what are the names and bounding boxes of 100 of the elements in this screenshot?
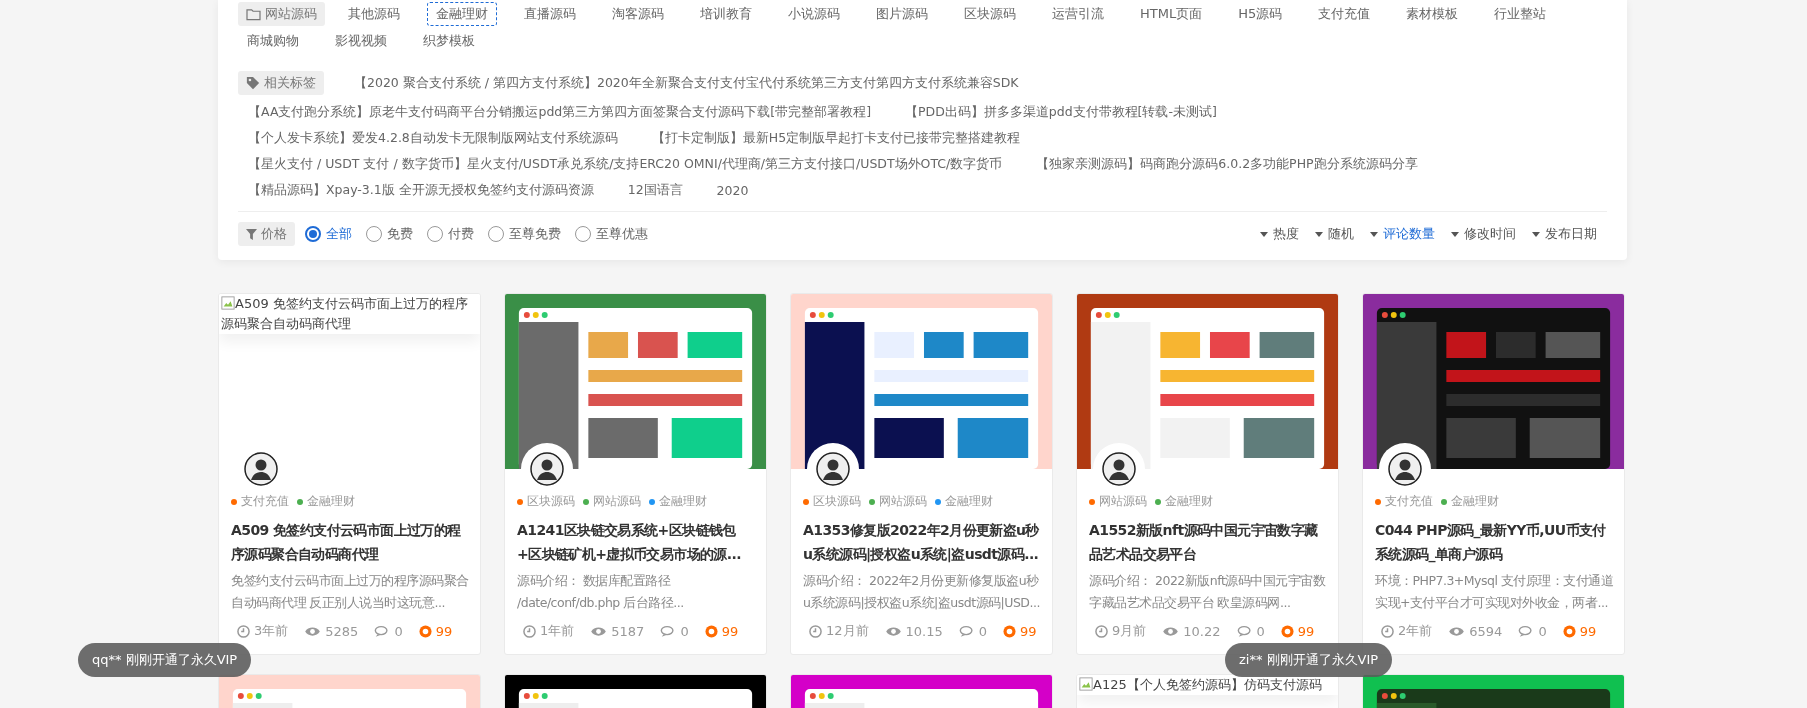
comment-count: 0: [680, 623, 689, 639]
category-link[interactable]: 运营引流: [1043, 2, 1113, 26]
card-description: 免签约支付云码市面上过万的程序源码聚合自动码商代理 反正别人说当时这玩意...: [231, 572, 470, 612]
price: 99: [1579, 623, 1597, 639]
coin-icon: [1280, 624, 1294, 638]
price: 99: [721, 623, 739, 639]
price-radio[interactable]: 至尊免费: [488, 225, 561, 243]
clock-icon: [237, 624, 250, 638]
product-card[interactable]: 区块源码 网站源码 金融理财 A1353修复版2022年2月份更新盗u秒u系统源码|授权盗u系统|盗usdt源码... 源码介绍： 2022年2月份更新修复版盗u秒u系统源码|授权盗u系统|盗usdt源码|USD... 12月前 10.15 0 99: [790, 293, 1053, 655]
card-title[interactable]: A1241区块链交易系统+区块链钱包+区块链矿机+虚拟币交易市场的源...: [517, 518, 758, 566]
card-title[interactable]: C044 PHP源码_最新YY币,UU币支付系统源码_单商户源码: [1375, 518, 1616, 566]
tag-link[interactable]: 【打卡定制版】最新H5定制版早起打卡支付已接带完整搭建教程: [651, 130, 1021, 147]
notification-toast: zi** 刚刚开通了永久VIP: [1225, 643, 1393, 677]
tag-link[interactable]: 【PDD出码】拼多多渠道pdd支付带教程[转载-未测试]: [905, 104, 1217, 121]
folder-icon: [246, 7, 261, 21]
category-link[interactable]: 影视视频: [326, 29, 396, 53]
eye-icon: [1162, 625, 1180, 637]
card-title[interactable]: A1353修复版2022年2月份更新盗u秒u系统源码|授权盗u系统|盗usdt源码...: [803, 518, 1044, 566]
tag-icon: [246, 76, 260, 90]
product-card[interactable]: A509 免签约支付云码市面上过万的程序源码聚合自动码商代理 支付充值 金融理财 A509 免签约支付云码市面上过万的程序源码聚合自动码商代理 免签约支付云码市面上过万的程序源码聚合自动码商代理 反正别人说当时这玩意... 3年前 5285 0 99: [218, 293, 481, 655]
broken-image-icon: [1079, 677, 1093, 691]
clock-icon: [1381, 624, 1394, 638]
product-card[interactable]: 支付充值 金融理财 C044 PHP源码_最新YY币,UU币支付系统源码_单商户源码 环境：PHP7.3+Mysql 支付原理：支付通道实现+支付平台才可实现对外收金，两者... 2年前 6594 0 99: [1362, 293, 1625, 655]
price-radio[interactable]: 全部: [305, 225, 352, 243]
category-link[interactable]: 图片源码: [867, 2, 937, 26]
tag-link[interactable]: 2020: [716, 183, 749, 198]
sort-button[interactable]: 随机: [1315, 225, 1354, 243]
eye-icon: [304, 625, 322, 637]
eye-icon: [884, 625, 902, 637]
price-radio[interactable]: 至尊优惠: [575, 225, 648, 243]
coin-icon: [1562, 624, 1576, 638]
price-radio[interactable]: 免费: [366, 225, 413, 243]
view-count: 10.15: [905, 623, 943, 639]
notification-toast: qq** 刚刚开通了永久VIP: [78, 643, 252, 677]
view-count: 5285: [325, 623, 359, 639]
sort-button[interactable]: 热度: [1260, 225, 1299, 243]
card-description: 源码介绍： 数据库配置路径 /date/conf/db.php 后台路径...: [517, 572, 685, 612]
sort-button[interactable]: 评论数量: [1370, 225, 1435, 243]
tag-link[interactable]: 【2020 聚合支付系统 / 第四方支付系统】2020年全新聚合支付支付宝代付系统第三方支付第四方支付系统兼容SDK: [354, 74, 1019, 92]
clock-icon: [1095, 624, 1108, 638]
category-link[interactable]: 区块源码: [955, 2, 1025, 26]
comment-icon: [660, 624, 677, 638]
comment-count: 0: [1538, 623, 1547, 639]
coin-icon: [1003, 624, 1017, 638]
tag-link[interactable]: 【星火支付 / USDT 支付 / 数字货币】星火支付/USDT承兑系统/支持ERC20 OMNI/代理商/第三方支付接口/USDT场外OTC/数字货币: [248, 156, 1003, 173]
category-link[interactable]: 素材模板: [1397, 2, 1468, 26]
comment-icon: [1518, 624, 1535, 638]
category-link[interactable]: 行业整站: [1485, 2, 1556, 26]
category-link[interactable]: 商城购物: [238, 29, 308, 53]
broken-image-icon: [221, 296, 235, 310]
category-link[interactable]: 小说源码: [779, 2, 849, 26]
category-link[interactable]: H5源码: [1229, 2, 1292, 26]
comment-icon: [1236, 624, 1253, 638]
comment-count: 0: [978, 623, 988, 639]
card-title[interactable]: A1552新版nft源码中国元宇宙数字藏品艺术品交易平台: [1089, 518, 1330, 566]
card-description: 源码介绍： 2022新版nft源码中国元宇宙数字藏品艺术品交易平台 欧皇源码网...: [1089, 572, 1327, 612]
clock-icon: [523, 624, 536, 638]
price: 99: [1020, 623, 1037, 639]
comment-icon: [958, 624, 975, 638]
category-link[interactable]: 支付充值: [1309, 2, 1380, 26]
product-card[interactable]: 区块源码 网站源码 金融理财 A1241区块链交易系统+区块链钱包+区块链矿机+虚拟币交易市场的源... 源码介绍： 数据库配置路径 /date/conf/db.php 后台路径... 1年前 5187 0 99: [504, 293, 767, 655]
view-count: 10.22: [1183, 623, 1221, 639]
coin-icon: [418, 624, 432, 638]
tag-link[interactable]: 【个人发卡系统】爱发4.2.8自动发卡无限制版网站支付系统源码: [248, 130, 618, 147]
category-link[interactable]: 淘客源码: [603, 2, 673, 26]
post-time: 12月前: [826, 622, 869, 640]
category-link[interactable]: 培训教育: [691, 2, 761, 26]
category-link[interactable]: 金融理财: [427, 2, 497, 26]
category-link[interactable]: 织梦模板: [414, 29, 484, 53]
post-time: 2年前: [1398, 622, 1433, 640]
sort-button[interactable]: 发布日期: [1532, 225, 1597, 243]
tag-link[interactable]: 12国语言: [627, 182, 683, 199]
post-time: 1年前: [540, 622, 575, 640]
comment-icon: [374, 624, 391, 638]
post-time: 3年前: [254, 622, 289, 640]
card-description: 源码介绍： 2022年2月份更新修复版盗u秒u系统源码|授权盗u系统|盗usdt源码|USD...: [803, 572, 1041, 612]
price: 99: [1297, 623, 1315, 639]
eye-icon: [1448, 625, 1466, 637]
sort-button[interactable]: 修改时间: [1451, 225, 1516, 243]
card-description: 环境：PHP7.3+Mysql 支付原理：支付通道实现+支付平台才可实现对外收金，两者...: [1375, 572, 1615, 612]
category-link[interactable]: HTML页面: [1131, 2, 1212, 26]
card-title[interactable]: A509 免签约支付云码市面上过万的程序源码聚合自动码商代理: [231, 518, 472, 566]
view-count: 6594: [1469, 623, 1503, 639]
coin-icon: [704, 624, 718, 638]
view-count: 5187: [611, 623, 645, 639]
price: 99: [435, 623, 453, 639]
tags-label-text: 相关标签: [264, 74, 316, 92]
post-time: 9月前: [1112, 622, 1147, 640]
category-link[interactable]: 其他源码: [339, 2, 409, 26]
category-link[interactable]: 直播源码: [515, 2, 585, 26]
tag-link[interactable]: 【精品源码】Xpay-3.1版 全开源无授权免签约支付源码资源: [248, 182, 594, 199]
comment-count: 0: [1256, 623, 1265, 639]
broken-image: A509 免签约支付云码市面上过万的程序源码聚合自动码商代理: [219, 294, 480, 334]
eye-icon: [590, 625, 608, 637]
broken-image: A125【个人免签约源码】仿码支付源码: [1077, 675, 1338, 695]
tag-link[interactable]: 【独家亲测源码】码商跑分源码6.0.2多功能PHP跑分系统源码分享: [1036, 156, 1418, 173]
filter-icon: [246, 228, 257, 240]
price-radio[interactable]: 付费: [427, 225, 474, 243]
clock-icon: [809, 624, 822, 638]
tag-link[interactable]: 【AA支付跑分系统】原老牛支付码商平台分销搬运pdd第三方第四方面签聚合支付源码下载[带完整部署教程]: [248, 104, 871, 121]
